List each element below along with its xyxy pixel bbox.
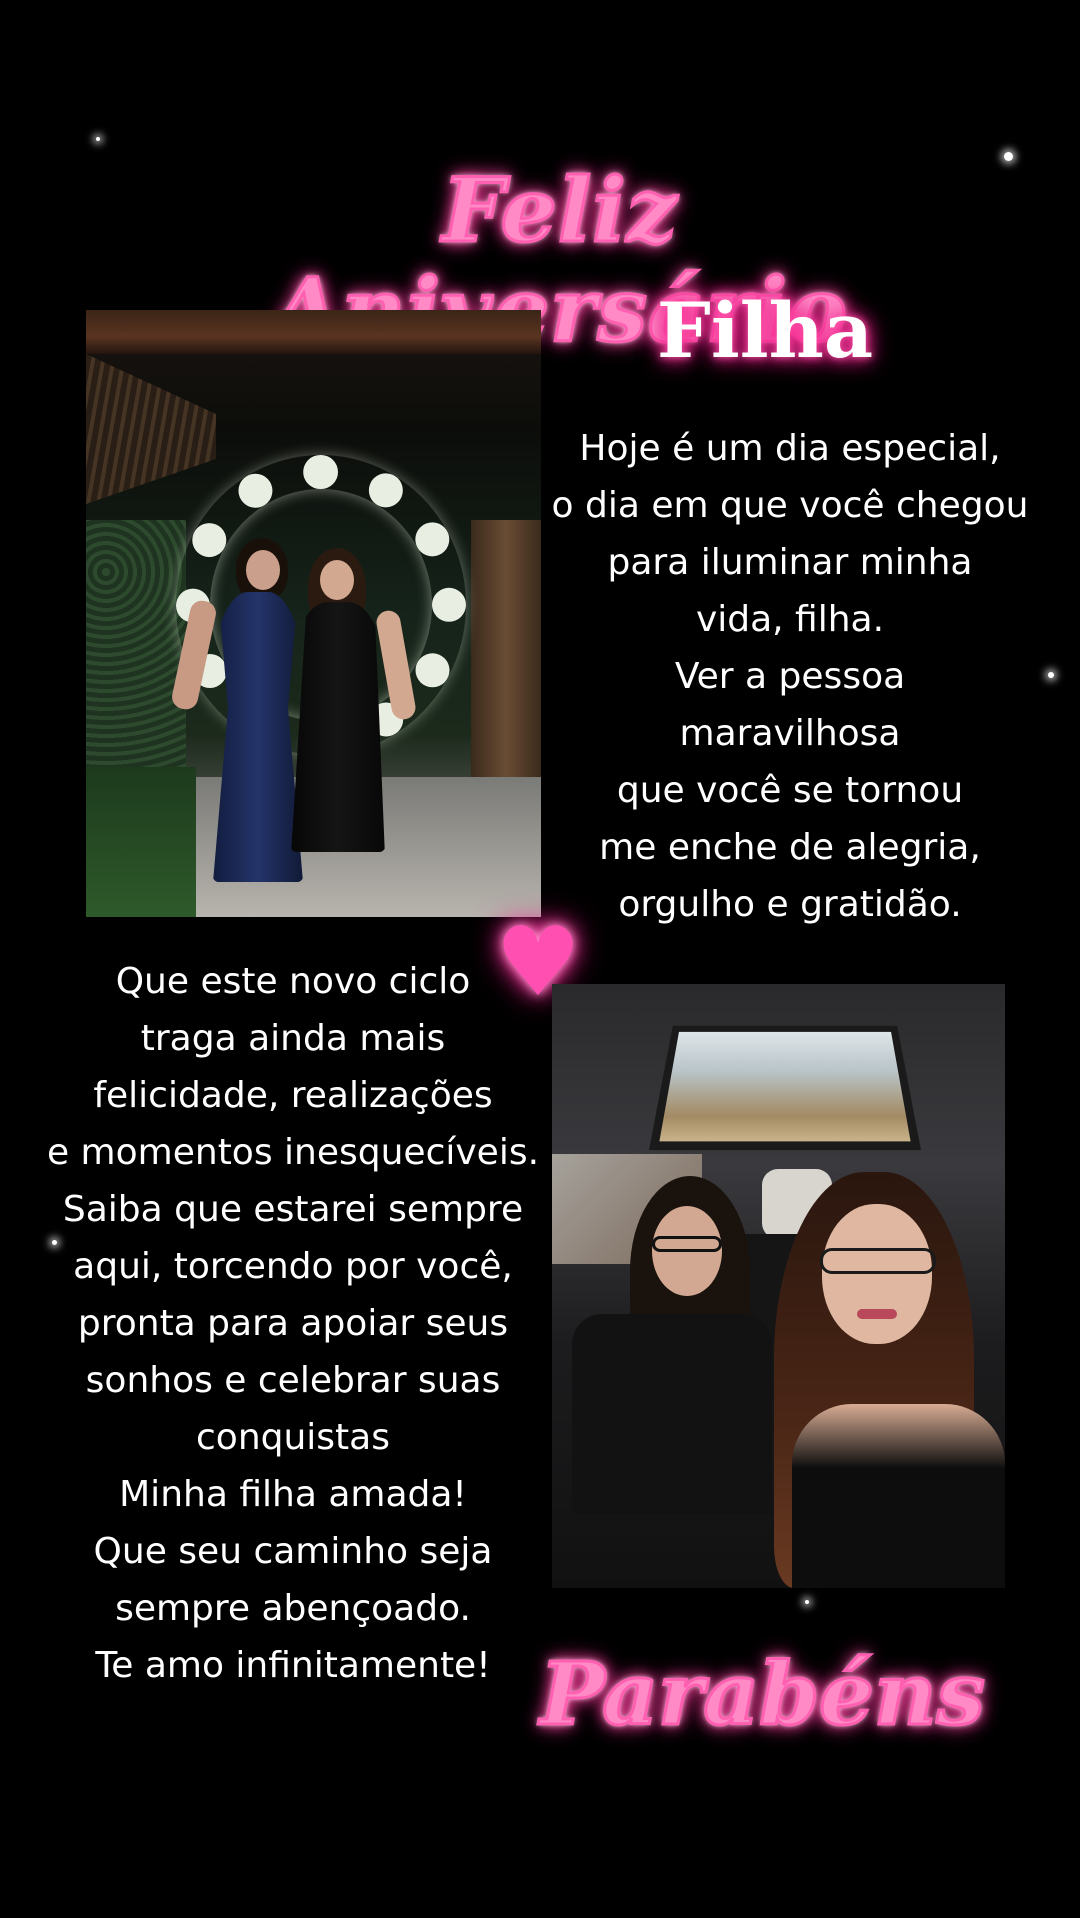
glasses-icon <box>652 1236 722 1252</box>
photo-roof <box>86 310 541 354</box>
daughter-face <box>822 1204 932 1344</box>
photo-grass <box>86 767 196 917</box>
car-selfie-photo <box>552 984 1005 1588</box>
closing-greeting: Parabéns <box>540 1640 960 1750</box>
message-left: Que este novo ciclo traga ainda mais fel… <box>28 953 558 1694</box>
photo-hedge <box>86 520 186 780</box>
mother-outfit <box>572 1314 772 1514</box>
sparkle-icon <box>1004 152 1013 161</box>
party-photo <box>86 310 541 917</box>
message-right: Hoje é um dia especial, o dia em que voc… <box>520 420 1060 933</box>
sparkle-icon <box>805 1600 809 1604</box>
mother-face <box>320 560 354 600</box>
daughter-lips <box>857 1309 897 1319</box>
photo-sunroof <box>649 1026 921 1150</box>
photo-thatch <box>86 354 216 504</box>
page-subtitle: Filha <box>600 286 930 376</box>
sparkle-icon <box>96 137 100 141</box>
glasses-icon <box>820 1248 936 1274</box>
daughter-outfit <box>792 1404 1005 1588</box>
daughter-face <box>246 550 280 590</box>
